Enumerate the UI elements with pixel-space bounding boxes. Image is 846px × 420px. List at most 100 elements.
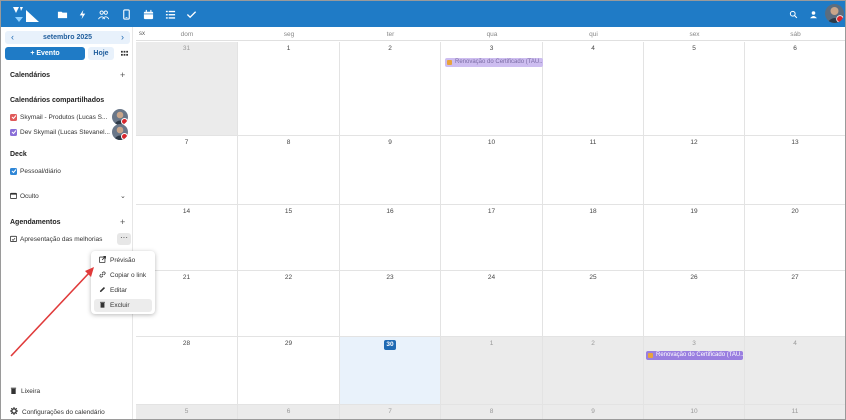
checkbox-checked-icon[interactable] [10, 167, 17, 175]
menu-item-copy-link[interactable]: Copiar o link [94, 269, 152, 282]
new-event-button[interactable]: + Evento [5, 47, 85, 60]
folder-icon[interactable] [55, 7, 69, 21]
day-cell[interactable]: 6 [745, 42, 845, 136]
day-cell[interactable]: 9 [340, 136, 441, 205]
day-number[interactable]: 6 [745, 45, 845, 52]
day-number[interactable]: 7 [136, 139, 237, 146]
add-appointment-icon[interactable]: + [120, 217, 125, 227]
appointment-item[interactable]: Apresentação das melhorias [10, 233, 102, 245]
day-number[interactable]: 5 [644, 45, 744, 52]
day-number[interactable]: 23 [340, 274, 440, 281]
chevron-left-icon[interactable]: ‹ [6, 31, 19, 44]
day-number[interactable]: 11 [745, 408, 845, 415]
day-number[interactable]: 25 [543, 274, 643, 281]
day-number[interactable]: 4 [543, 45, 643, 52]
calendar-icon[interactable] [141, 7, 155, 21]
day-cell[interactable]: 23 [340, 271, 441, 337]
day-cell[interactable]: 19 [644, 205, 745, 271]
day-number[interactable]: 3 [644, 340, 744, 347]
day-number[interactable]: 9 [543, 408, 643, 415]
day-cell[interactable]: 25 [543, 271, 644, 337]
day-cell[interactable]: 2 [340, 42, 441, 136]
day-cell[interactable]: 3 Renovação do Certificado (TAU... [644, 337, 745, 405]
day-cell[interactable]: 4 [543, 42, 644, 136]
day-cell[interactable]: 15 [238, 205, 340, 271]
day-number[interactable]: 6 [238, 408, 339, 415]
day-number[interactable]: 13 [745, 139, 845, 146]
today-button[interactable]: Hoje [88, 47, 114, 60]
day-number[interactable]: 29 [238, 340, 339, 347]
month-label[interactable]: setembro 2025 [19, 31, 116, 44]
day-cell[interactable]: 9 [543, 405, 644, 419]
day-number[interactable]: 24 [441, 274, 542, 281]
day-cell[interactable]: 12 [644, 136, 745, 205]
day-number[interactable]: 19 [644, 208, 744, 215]
day-number[interactable]: 16 [340, 208, 440, 215]
day-number[interactable]: 27 [745, 274, 845, 281]
day-number[interactable]: 10 [644, 408, 744, 415]
day-cell[interactable]: 27 [745, 271, 845, 337]
day-cell[interactable]: 2 [543, 337, 644, 405]
checkbox-checked-icon[interactable] [10, 113, 17, 121]
day-number[interactable]: 31 [136, 45, 237, 52]
day-cell[interactable]: 30 [340, 337, 441, 405]
day-number[interactable]: 14 [136, 208, 237, 215]
day-cell[interactable]: 1 [238, 42, 340, 136]
day-cell[interactable]: 28 [136, 337, 238, 405]
day-cell[interactable]: 3 Renovação do Certificado (TAU... [441, 42, 543, 136]
day-number[interactable]: 2 [340, 45, 440, 52]
day-cell[interactable]: 10 [441, 136, 543, 205]
shared-calendar-item-dev[interactable]: Dev Skymail (Lucas Stevanel... [10, 126, 110, 138]
day-number[interactable]: 1 [441, 340, 542, 347]
day-number[interactable]: 7 [340, 408, 440, 415]
day-number[interactable]: 18 [543, 208, 643, 215]
day-cell[interactable]: 5 [136, 405, 238, 419]
day-cell[interactable]: 10 [644, 405, 745, 419]
day-cell[interactable]: 1 [441, 337, 543, 405]
calendars-title[interactable]: Calendários [10, 72, 50, 79]
day-cell[interactable]: 7 [340, 405, 441, 419]
day-number[interactable]: 17 [441, 208, 542, 215]
day-cell[interactable]: 8 [441, 405, 543, 419]
calendar-settings-link[interactable]: Configurações do calendário [10, 407, 105, 417]
checkbox-checked-icon[interactable] [10, 128, 17, 136]
chevron-down-icon[interactable]: ⌄ [120, 192, 126, 200]
logo-icon[interactable] [11, 5, 43, 23]
bolt-icon[interactable] [75, 7, 89, 21]
menu-item-preview[interactable]: Prévisão [94, 254, 152, 267]
add-calendar-icon[interactable]: + [120, 70, 125, 80]
day-cell[interactable]: 8 [238, 136, 340, 205]
day-number[interactable]: 3 [441, 45, 542, 52]
day-cell[interactable]: 11 [745, 405, 845, 419]
chevron-right-icon[interactable]: › [116, 31, 129, 44]
day-cell[interactable]: 20 [745, 205, 845, 271]
day-number[interactable]: 30 [340, 340, 440, 350]
day-cell[interactable]: 24 [441, 271, 543, 337]
day-cell[interactable]: 4 [745, 337, 845, 405]
check-icon[interactable] [184, 7, 198, 21]
phone-icon[interactable] [119, 7, 133, 21]
day-cell[interactable]: 13 [745, 136, 845, 205]
today-badge[interactable]: 30 [384, 340, 396, 350]
day-number[interactable]: 8 [441, 408, 542, 415]
day-cell[interactable]: 18 [543, 205, 644, 271]
day-number[interactable]: 12 [644, 139, 744, 146]
user-avatar[interactable] [825, 4, 844, 23]
user-icon[interactable] [806, 7, 820, 21]
day-number[interactable]: 8 [238, 139, 339, 146]
day-cell[interactable]: 22 [238, 271, 340, 337]
day-number[interactable]: 11 [543, 139, 643, 146]
day-number[interactable]: 22 [238, 274, 339, 281]
menu-item-delete[interactable]: Excluir [94, 299, 152, 312]
day-cell[interactable]: 17 [441, 205, 543, 271]
view-grid-icon[interactable] [118, 47, 130, 60]
search-icon[interactable] [786, 7, 800, 21]
more-actions-button[interactable]: ··· [117, 233, 131, 245]
day-number[interactable]: 26 [644, 274, 744, 281]
deck-calendar-item[interactable]: Pessoal/diário [10, 165, 61, 177]
day-number[interactable]: 9 [340, 139, 440, 146]
day-cell[interactable]: 7 [136, 136, 238, 205]
list-icon[interactable] [163, 7, 177, 21]
day-cell[interactable]: 29 [238, 337, 340, 405]
menu-item-edit[interactable]: Editar [94, 284, 152, 297]
